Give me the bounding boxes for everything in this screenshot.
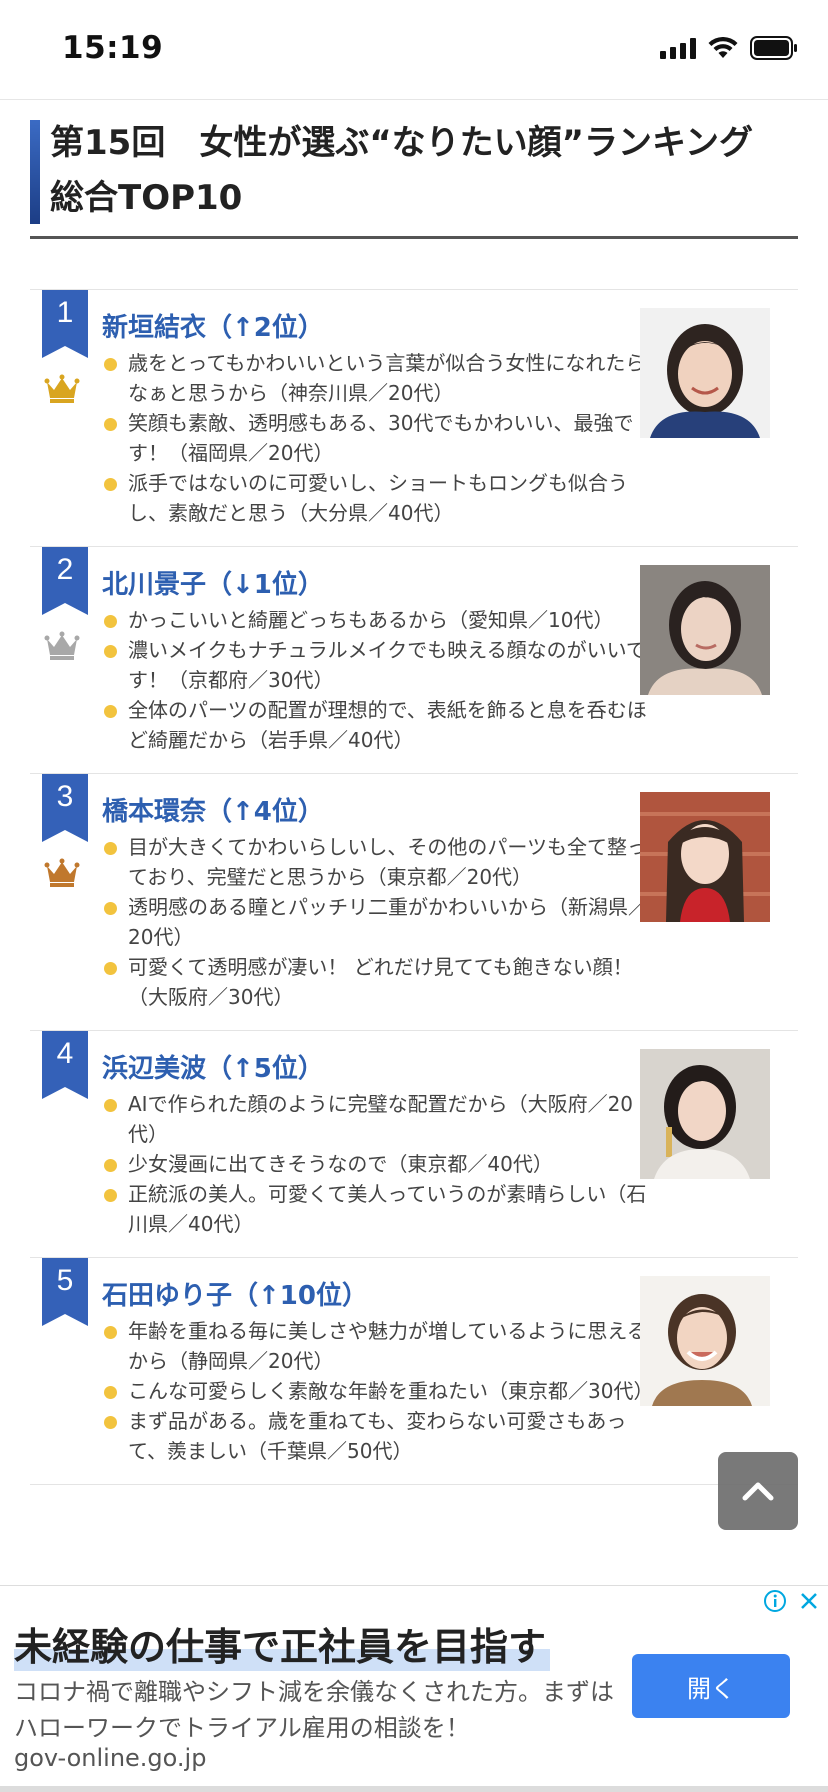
reason-item: かっこいいと綺麗どっちもあるから（愛知県／10代）	[102, 605, 648, 635]
heading-accent-bar	[30, 120, 40, 224]
reason-item: 少女漫画に出てきそうなので（東京都／40代）	[102, 1149, 648, 1179]
bottom-divider	[0, 1786, 828, 1792]
celebrity-name[interactable]: 新垣結衣（↑2位）	[102, 310, 648, 346]
reason-item: 全体のパーツの配置が理想的で、表紙を飾ると息を呑むほど綺麗だから（岩手県／40代…	[102, 695, 648, 755]
silver-crown-icon	[44, 631, 80, 661]
signal-icon	[660, 37, 696, 59]
status-bar: 15:19	[0, 0, 828, 100]
reason-item: 歳をとってもかわいいという言葉が似合う女性になれたらなぁと思うから（神奈川県／2…	[102, 348, 648, 408]
chevron-up-icon	[742, 1482, 774, 1501]
rank-number: 2	[56, 553, 74, 586]
reason-item: 透明感のある瞳とパッチリ二重がかわいいから（新潟県／20代）	[102, 892, 648, 952]
celebrity-photo[interactable]	[640, 1049, 770, 1179]
status-time: 15:19	[62, 30, 164, 66]
rank-number: 1	[56, 296, 74, 329]
ad-controls	[760, 1586, 824, 1616]
reason-item: こんな可愛らしく素敵な年齢を重ねたい（東京都／30代）	[102, 1376, 653, 1406]
celebrity-photo[interactable]	[640, 1276, 770, 1406]
rank-number: 5	[56, 1264, 74, 1297]
ad-domain: gov-online.go.jp	[14, 1744, 207, 1772]
rank-badge: 3	[42, 774, 88, 842]
celebrity-photo[interactable]	[640, 792, 770, 922]
rank-badge: 1	[42, 290, 88, 358]
reason-item: まず品がある。歳を重ねても、変わらない可愛さもあって、羨ましい（千葉県／50代）	[102, 1406, 648, 1466]
wifi-icon	[708, 37, 738, 59]
reason-item: AIで作られた顔のように完璧な配置だから（大阪府／20代）	[102, 1089, 648, 1149]
ranking-item-4: 4 浜辺美波（↑5位） AIで作られた顔のように完璧な配置だから（大阪府／20代…	[30, 1031, 798, 1258]
ad-description: コロナ禍で離職やシフト減を余儀なくされた方。まずはハローワークでトライアル雇用の…	[14, 1678, 614, 1742]
reason-item: 目が大きくてかわいらしいし、その他のパーツも全て整っており、完璧だと思うから（東…	[102, 832, 648, 892]
scroll-to-top-button[interactable]	[718, 1452, 798, 1530]
celebrity-name[interactable]: 浜辺美波（↑5位）	[102, 1051, 648, 1087]
ranking-heading: 第15回 女性が選ぶ“なりたい顔”ランキング 総合TOP10	[30, 110, 798, 239]
ad-info-icon[interactable]	[760, 1586, 790, 1616]
ad-close-icon[interactable]	[794, 1586, 824, 1616]
celebrity-name[interactable]: 橋本環奈（↑4位）	[102, 794, 648, 830]
ranking-item-3: 3 橋本環奈（↑4位） 目が大きくてかわいらしいし、その他のパーツも全て整ってお…	[30, 774, 798, 1031]
status-icons	[660, 36, 798, 60]
rank-badge: 2	[42, 547, 88, 615]
reason-item: 正統派の美人。可愛くて美人っていうのが素晴らしい（石川県／40代）	[102, 1179, 648, 1239]
rank-badge: 5	[42, 1258, 88, 1326]
reason-item: 笑顔も素敵、透明感もある、30代でもかわいい、最強です！（福岡県／20代）	[102, 408, 648, 468]
ad-banner[interactable]: 未経験の仕事で正社員を目指す コロナ禍で離職やシフト減を余儀なくされた方。まずは…	[0, 1585, 828, 1792]
reason-item: 可愛くて透明感が凄い！ どれだけ見てても飽きない顔！（大阪府／30代）	[102, 952, 648, 1012]
ad-open-button[interactable]: 開く	[632, 1654, 790, 1718]
battery-icon	[750, 36, 798, 60]
rank-badge: 4	[42, 1031, 88, 1099]
reason-item: 派手ではないのに可愛いし、ショートもロングも似合うし、素敵だと思う（大分県／40…	[102, 468, 648, 528]
celebrity-name[interactable]: 石田ゆり子（↑10位）	[102, 1278, 648, 1314]
celebrity-photo[interactable]	[640, 308, 770, 438]
article-content: 第15回 女性が選ぶ“なりたい顔”ランキング 総合TOP10 1 新垣結衣（↑2…	[30, 100, 798, 1485]
ad-title[interactable]: 未経験の仕事で正社員を目指す	[14, 1616, 551, 1671]
reason-item: 濃いメイクもナチュラルメイクでも映える顔なのがいいです！（京都府／30代）	[102, 635, 648, 695]
celebrity-photo[interactable]	[640, 565, 770, 695]
page-title: 第15回 女性が選ぶ“なりたい顔”ランキング 総合TOP10	[50, 123, 787, 218]
ranking-item-5: 5 石田ゆり子（↑10位） 年齢を重ねる毎に美しさや魅力が増しているように思える…	[30, 1258, 798, 1485]
ranking-list: 1 新垣結衣（↑2位） 歳をとってもかわいいという言葉が似合う女性になれたらなぁ…	[30, 289, 798, 1485]
gold-crown-icon	[44, 374, 80, 404]
rank-number: 4	[56, 1037, 74, 1070]
ranking-item-1: 1 新垣結衣（↑2位） 歳をとってもかわいいという言葉が似合う女性になれたらなぁ…	[30, 290, 798, 547]
ranking-item-2: 2 北川景子（↓1位） かっこいいと綺麗どっちもあるから（愛知県／10代） 濃い…	[30, 547, 798, 774]
reason-item: 年齢を重ねる毎に美しさや魅力が増しているように思えるから（静岡県／20代）	[102, 1316, 648, 1376]
bronze-crown-icon	[44, 858, 80, 888]
celebrity-name[interactable]: 北川景子（↓1位）	[102, 567, 648, 603]
rank-number: 3	[56, 780, 74, 813]
